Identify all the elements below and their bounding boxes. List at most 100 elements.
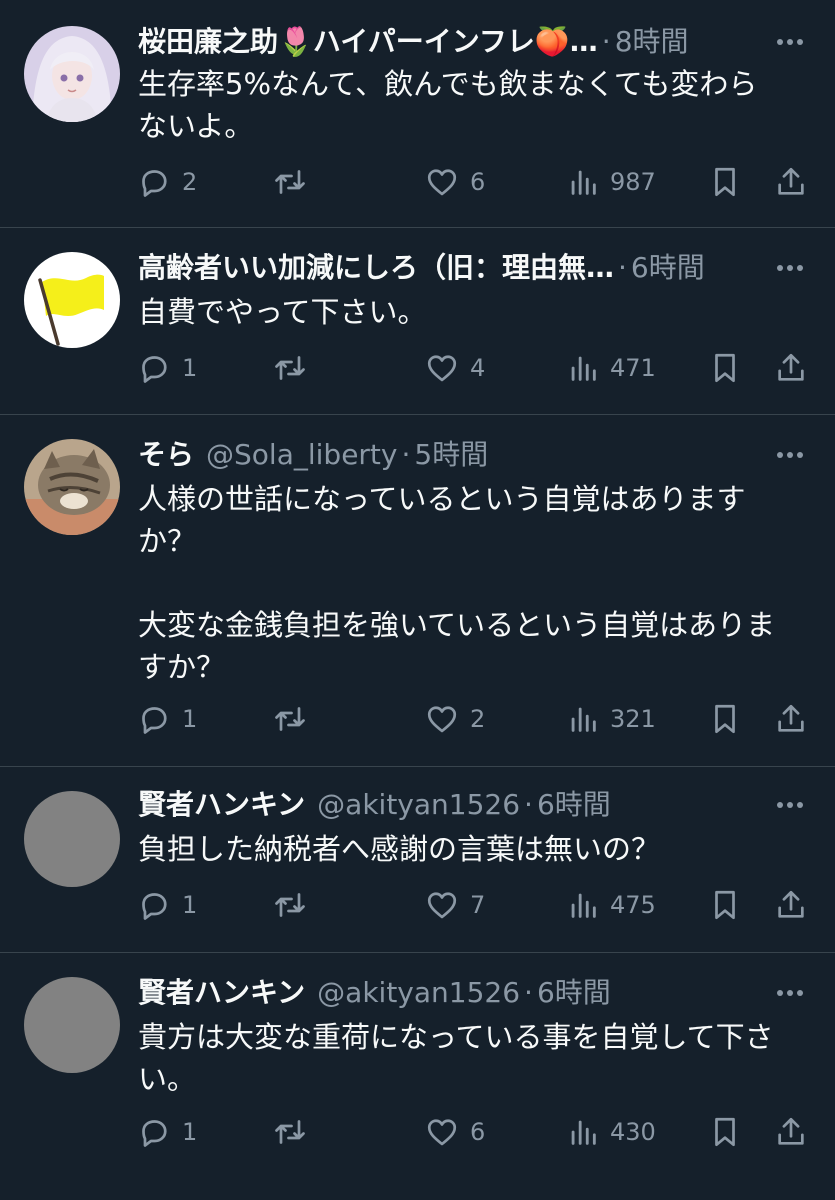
reply-icon xyxy=(142,893,167,920)
reply-button[interactable]: 1 xyxy=(136,348,197,388)
separator: · xyxy=(401,438,411,471)
reply-button[interactable]: 1 xyxy=(136,885,197,925)
reply-icon xyxy=(142,707,167,734)
avatar[interactable] xyxy=(24,439,120,535)
author-name[interactable]: 桜田廉之助🌷ハイパーインフレ🍑… xyxy=(138,22,598,62)
more-icon[interactable] xyxy=(773,25,807,59)
timestamp[interactable]: 5時間 xyxy=(414,435,488,475)
tweet[interactable]: 賢者ハンキン @akityan1526 · 6時間 貴方は大変な重荷になっている… xyxy=(0,953,835,1200)
timestamp[interactable]: 6時間 xyxy=(537,973,611,1013)
like-count: 2 xyxy=(470,705,486,733)
like-icon xyxy=(427,1119,457,1146)
bookmark-button[interactable] xyxy=(708,348,742,388)
reply-count: 1 xyxy=(182,891,198,919)
share-button[interactable] xyxy=(774,699,808,739)
reply-button[interactable]: 1 xyxy=(136,699,197,739)
share-button[interactable] xyxy=(774,1112,808,1152)
like-button[interactable]: 6 xyxy=(424,1112,485,1152)
share-icon xyxy=(778,1117,804,1145)
tweet-actions: 1 4 471 xyxy=(136,348,811,388)
retweet-button[interactable] xyxy=(272,699,318,739)
tweet[interactable]: 桜田廉之助🌷ハイパーインフレ🍑… · 8時間 生存率5%なんて、飲んでも飲まなく… xyxy=(0,0,835,228)
tweet[interactable]: 賢者ハンキン @akityan1526 · 6時間 負担した納税者へ感謝の言葉は… xyxy=(0,767,835,953)
more-icon[interactable] xyxy=(773,788,807,822)
views-button[interactable]: 987 xyxy=(566,162,656,202)
avatar[interactable] xyxy=(24,791,120,887)
share-button[interactable] xyxy=(774,885,808,925)
share-icon xyxy=(778,167,804,195)
timestamp[interactable]: 6時間 xyxy=(631,248,705,288)
reply-button[interactable]: 2 xyxy=(136,162,197,202)
views-button[interactable]: 475 xyxy=(566,885,656,925)
timestamp[interactable]: 8時間 xyxy=(615,22,689,62)
like-count: 4 xyxy=(470,354,486,382)
author-name[interactable]: 高齢者いい加減にしろ（旧：理由無… xyxy=(138,248,614,288)
reply-count: 1 xyxy=(182,1118,198,1146)
retweet-icon xyxy=(275,707,305,731)
author-name[interactable]: 賢者ハンキン xyxy=(138,785,305,825)
reply-count: 1 xyxy=(182,354,198,382)
view-count: 321 xyxy=(610,705,656,733)
retweet-button[interactable] xyxy=(272,162,318,202)
reply-feed: 桜田廉之助🌷ハイパーインフレ🍑… · 8時間 生存率5%なんて、飲んでも飲まなく… xyxy=(0,0,835,1200)
tweet-actions: 1 6 430 xyxy=(136,1112,811,1152)
more-icon[interactable] xyxy=(773,438,807,472)
tweet-text: 負担した納税者へ感謝の言葉は無いの？ xyxy=(138,832,661,866)
like-icon xyxy=(427,355,457,382)
like-count: 6 xyxy=(470,1118,486,1146)
views-icon xyxy=(571,1120,596,1145)
share-button[interactable] xyxy=(774,162,808,202)
reply-count: 2 xyxy=(182,168,198,196)
tweet-text: 貴方は大変な重荷になっている事を自覚して下さ い。 xyxy=(138,1020,774,1096)
views-icon xyxy=(571,170,596,195)
view-count: 430 xyxy=(610,1118,656,1146)
tweet[interactable]: 高齢者いい加減にしろ（旧：理由無… · 6時間 自費でやって下さい。 1 4 4… xyxy=(0,228,835,415)
retweet-button[interactable] xyxy=(272,885,318,925)
avatar[interactable] xyxy=(24,252,120,348)
separator: · xyxy=(524,976,533,1009)
more-icon[interactable] xyxy=(773,976,807,1010)
author-name[interactable]: 賢者ハンキン xyxy=(138,973,305,1013)
separator: · xyxy=(618,251,627,284)
author-handle[interactable]: @Sola_liberty xyxy=(206,435,397,475)
share-icon xyxy=(778,353,804,381)
views-button[interactable]: 321 xyxy=(566,699,656,739)
like-icon xyxy=(427,169,457,196)
like-button[interactable]: 2 xyxy=(424,699,485,739)
reply-button[interactable]: 1 xyxy=(136,1112,197,1152)
separator: · xyxy=(601,25,611,58)
avatar[interactable] xyxy=(24,26,120,122)
views-button[interactable]: 430 xyxy=(566,1112,656,1152)
author-handle[interactable]: @akityan1526 xyxy=(317,973,520,1013)
bookmark-icon xyxy=(715,704,735,734)
reply-icon xyxy=(142,170,167,197)
views-icon xyxy=(571,893,596,918)
tweet-text: 生存率5%なんて、飲んでも飲まなくても変わら ないよ。 xyxy=(138,67,758,143)
bookmark-button[interactable] xyxy=(708,1112,742,1152)
timestamp[interactable]: 6時間 xyxy=(537,785,611,825)
retweet-icon xyxy=(275,170,305,194)
share-button[interactable] xyxy=(774,348,808,388)
reply-count: 1 xyxy=(182,705,198,733)
retweet-button[interactable] xyxy=(272,348,318,388)
more-icon[interactable] xyxy=(773,251,807,285)
like-button[interactable]: 4 xyxy=(424,348,485,388)
like-button[interactable]: 7 xyxy=(424,885,485,925)
avatar[interactable] xyxy=(24,977,120,1073)
bookmark-button[interactable] xyxy=(708,885,742,925)
bookmark-button[interactable] xyxy=(708,162,742,202)
bookmark-button[interactable] xyxy=(708,699,742,739)
retweet-button[interactable] xyxy=(272,1112,318,1152)
views-icon xyxy=(571,356,596,381)
tweet-actions: 1 7 475 xyxy=(136,885,811,925)
retweet-icon xyxy=(275,1120,305,1144)
author-handle[interactable]: @akityan1526 xyxy=(317,785,520,825)
tweet[interactable]: そら @Sola_liberty · 5時間 人様の世話になっているという自覚は… xyxy=(0,415,835,767)
views-button[interactable]: 471 xyxy=(566,348,656,388)
like-button[interactable]: 6 xyxy=(424,162,485,202)
bookmark-icon xyxy=(715,1117,735,1147)
like-count: 6 xyxy=(470,168,486,196)
tweet-text: 自費でやって下さい。 xyxy=(138,295,427,329)
author-name[interactable]: そら xyxy=(138,435,194,475)
view-count: 471 xyxy=(610,354,656,382)
